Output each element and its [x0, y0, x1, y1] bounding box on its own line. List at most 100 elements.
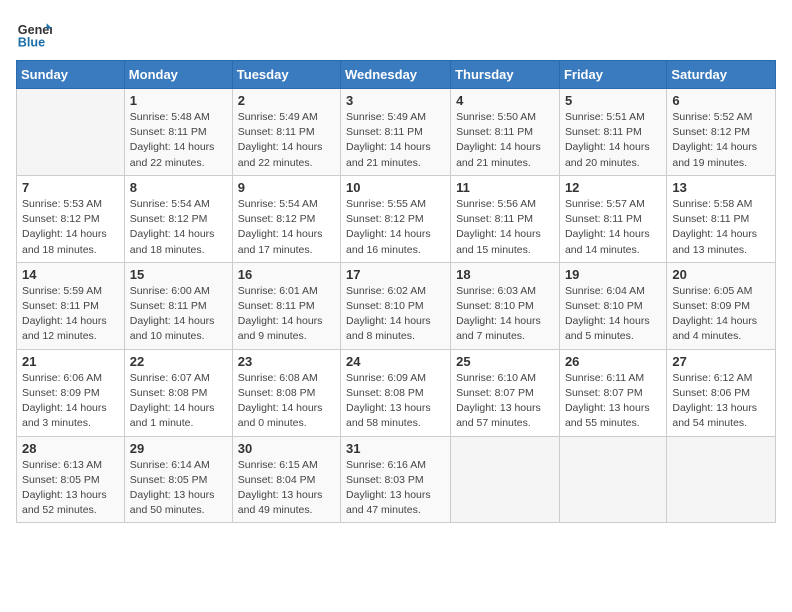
day-number: 11 [456, 180, 554, 195]
day-detail: Sunrise: 5:49 AM Sunset: 8:11 PM Dayligh… [238, 110, 335, 171]
day-detail: Sunrise: 6:16 AM Sunset: 8:03 PM Dayligh… [346, 458, 445, 519]
day-detail: Sunrise: 6:09 AM Sunset: 8:08 PM Dayligh… [346, 371, 445, 432]
day-number: 21 [22, 354, 119, 369]
day-detail: Sunrise: 5:54 AM Sunset: 8:12 PM Dayligh… [238, 197, 335, 258]
day-header-saturday: Saturday [667, 61, 776, 89]
calendar-cell [451, 436, 560, 523]
day-number: 30 [238, 441, 335, 456]
calendar-cell: 5 Sunrise: 5:51 AM Sunset: 8:11 PM Daylig… [559, 89, 666, 176]
day-number: 25 [456, 354, 554, 369]
day-number: 27 [672, 354, 770, 369]
logo-icon: General Blue [16, 16, 52, 52]
calendar-cell: 4Sunrise: 5:50 AM Sunset: 8:11 PM Daylig… [451, 89, 560, 176]
calendar-cell: 15 Sunrise: 6:00 AM Sunset: 8:11 PM Dayli… [124, 262, 232, 349]
calendar-cell: 30 Sunrise: 6:15 AM Sunset: 8:04 PM Dayli… [232, 436, 340, 523]
day-detail: Sunrise: 5:54 AM Sunset: 8:12 PM Dayligh… [130, 197, 227, 258]
day-header-monday: Monday [124, 61, 232, 89]
page-header: General Blue [16, 16, 776, 52]
calendar-cell: 1 Sunrise: 5:48 AM Sunset: 8:11 PM Daylig… [124, 89, 232, 176]
day-detail: Sunrise: 6:12 AM Sunset: 8:06 PM Dayligh… [672, 371, 770, 432]
day-number: 22 [130, 354, 227, 369]
calendar-week-5: 28 Sunrise: 6:13 AM Sunset: 8:05 PM Dayli… [17, 436, 776, 523]
day-detail: Sunrise: 5:50 AM Sunset: 8:11 PM Dayligh… [456, 110, 554, 171]
day-detail: Sunrise: 5:55 AM Sunset: 8:12 PM Dayligh… [346, 197, 445, 258]
day-number: 18 [456, 267, 554, 282]
day-number: 20 [672, 267, 770, 282]
day-number: 6 [672, 93, 770, 108]
calendar-cell: 28 Sunrise: 6:13 AM Sunset: 8:05 PM Dayli… [17, 436, 125, 523]
day-detail: Sunrise: 6:03 AM Sunset: 8:10 PM Dayligh… [456, 284, 554, 345]
day-number: 2 [238, 93, 335, 108]
day-number: 24 [346, 354, 445, 369]
calendar-cell: 25 Sunrise: 6:10 AM Sunset: 8:07 PM Dayli… [451, 349, 560, 436]
day-number: 16 [238, 267, 335, 282]
day-number: 1 [130, 93, 227, 108]
day-detail: Sunrise: 5:53 AM Sunset: 8:12 PM Dayligh… [22, 197, 119, 258]
calendar-cell: 10 Sunrise: 5:55 AM Sunset: 8:12 PM Dayli… [341, 175, 451, 262]
day-detail: Sunrise: 6:01 AM Sunset: 8:11 PM Dayligh… [238, 284, 335, 345]
day-detail: Sunrise: 6:05 AM Sunset: 8:09 PM Dayligh… [672, 284, 770, 345]
day-number: 13 [672, 180, 770, 195]
day-header-tuesday: Tuesday [232, 61, 340, 89]
day-detail: Sunrise: 5:59 AM Sunset: 8:11 PM Dayligh… [22, 284, 119, 345]
day-detail: Sunrise: 6:07 AM Sunset: 8:08 PM Dayligh… [130, 371, 227, 432]
day-detail: Sunrise: 5:49 AM Sunset: 8:11 PM Dayligh… [346, 110, 445, 171]
day-header-wednesday: Wednesday [341, 61, 451, 89]
calendar-cell: 13 Sunrise: 5:58 AM Sunset: 8:11 PM Dayli… [667, 175, 776, 262]
calendar-cell [667, 436, 776, 523]
day-detail: Sunrise: 6:11 AM Sunset: 8:07 PM Dayligh… [565, 371, 661, 432]
calendar-cell: 2 Sunrise: 5:49 AM Sunset: 8:11 PM Daylig… [232, 89, 340, 176]
calendar-week-1: 1 Sunrise: 5:48 AM Sunset: 8:11 PM Daylig… [17, 89, 776, 176]
day-number: 7 [22, 180, 119, 195]
day-detail: Sunrise: 6:02 AM Sunset: 8:10 PM Dayligh… [346, 284, 445, 345]
svg-text:Blue: Blue [18, 36, 45, 50]
day-number: 9 [238, 180, 335, 195]
day-detail: Sunrise: 6:06 AM Sunset: 8:09 PM Dayligh… [22, 371, 119, 432]
calendar-cell: 14Sunrise: 5:59 AM Sunset: 8:11 PM Dayli… [17, 262, 125, 349]
day-detail: Sunrise: 6:10 AM Sunset: 8:07 PM Dayligh… [456, 371, 554, 432]
calendar-cell: 27 Sunrise: 6:12 AM Sunset: 8:06 PM Dayli… [667, 349, 776, 436]
day-detail: Sunrise: 6:13 AM Sunset: 8:05 PM Dayligh… [22, 458, 119, 519]
calendar-cell: 16 Sunrise: 6:01 AM Sunset: 8:11 PM Dayli… [232, 262, 340, 349]
calendar-cell: 23 Sunrise: 6:08 AM Sunset: 8:08 PM Dayli… [232, 349, 340, 436]
calendar-table: SundayMondayTuesdayWednesdayThursdayFrid… [16, 60, 776, 523]
day-detail: Sunrise: 6:08 AM Sunset: 8:08 PM Dayligh… [238, 371, 335, 432]
day-number: 10 [346, 180, 445, 195]
day-detail: Sunrise: 6:15 AM Sunset: 8:04 PM Dayligh… [238, 458, 335, 519]
calendar-header: SundayMondayTuesdayWednesdayThursdayFrid… [17, 61, 776, 89]
calendar-cell: 19Sunrise: 6:04 AM Sunset: 8:10 PM Dayli… [559, 262, 666, 349]
calendar-week-2: 7 Sunrise: 5:53 AM Sunset: 8:12 PM Daylig… [17, 175, 776, 262]
calendar-week-3: 14Sunrise: 5:59 AM Sunset: 8:11 PM Dayli… [17, 262, 776, 349]
day-detail: Sunrise: 5:52 AM Sunset: 8:12 PM Dayligh… [672, 110, 770, 171]
day-number: 8 [130, 180, 227, 195]
calendar-week-4: 21 Sunrise: 6:06 AM Sunset: 8:09 PM Dayli… [17, 349, 776, 436]
calendar-cell: 18 Sunrise: 6:03 AM Sunset: 8:10 PM Dayli… [451, 262, 560, 349]
day-header-friday: Friday [559, 61, 666, 89]
day-detail: Sunrise: 5:56 AM Sunset: 8:11 PM Dayligh… [456, 197, 554, 258]
day-detail: Sunrise: 5:51 AM Sunset: 8:11 PM Dayligh… [565, 110, 661, 171]
calendar-cell: 21 Sunrise: 6:06 AM Sunset: 8:09 PM Dayli… [17, 349, 125, 436]
calendar-cell: 7 Sunrise: 5:53 AM Sunset: 8:12 PM Daylig… [17, 175, 125, 262]
day-number: 28 [22, 441, 119, 456]
day-header-thursday: Thursday [451, 61, 560, 89]
calendar-cell [559, 436, 666, 523]
day-detail: Sunrise: 6:00 AM Sunset: 8:11 PM Dayligh… [130, 284, 227, 345]
day-detail: Sunrise: 5:58 AM Sunset: 8:11 PM Dayligh… [672, 197, 770, 258]
day-number: 26 [565, 354, 661, 369]
calendar-cell: 26 Sunrise: 6:11 AM Sunset: 8:07 PM Dayli… [559, 349, 666, 436]
day-detail: Sunrise: 5:48 AM Sunset: 8:11 PM Dayligh… [130, 110, 227, 171]
calendar-cell: 11 Sunrise: 5:56 AM Sunset: 8:11 PM Dayli… [451, 175, 560, 262]
calendar-cell: 17Sunrise: 6:02 AM Sunset: 8:10 PM Dayli… [341, 262, 451, 349]
calendar-cell: 9 Sunrise: 5:54 AM Sunset: 8:12 PM Daylig… [232, 175, 340, 262]
day-number: 23 [238, 354, 335, 369]
day-header-sunday: Sunday [17, 61, 125, 89]
day-detail: Sunrise: 6:14 AM Sunset: 8:05 PM Dayligh… [130, 458, 227, 519]
calendar-cell: 12Sunrise: 5:57 AM Sunset: 8:11 PM Dayli… [559, 175, 666, 262]
calendar-cell: 3 Sunrise: 5:49 AM Sunset: 8:11 PM Daylig… [341, 89, 451, 176]
day-number: 15 [130, 267, 227, 282]
day-number: 3 [346, 93, 445, 108]
calendar-cell: 6 Sunrise: 5:52 AM Sunset: 8:12 PM Daylig… [667, 89, 776, 176]
day-number: 31 [346, 441, 445, 456]
day-number: 5 [565, 93, 661, 108]
calendar-cell: 22 Sunrise: 6:07 AM Sunset: 8:08 PM Dayli… [124, 349, 232, 436]
